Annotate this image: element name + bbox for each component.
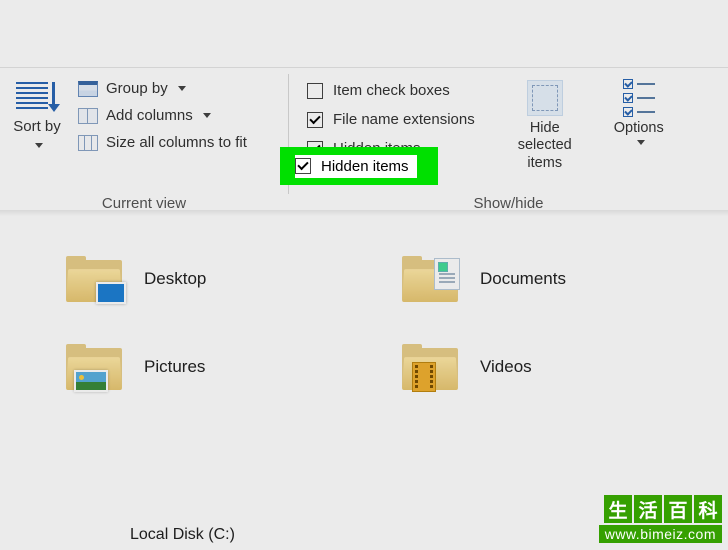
folder-icon [66,344,122,390]
group-by-button[interactable]: Group by [78,80,247,97]
folder-pictures[interactable]: Pictures [66,344,382,390]
folder-label: Documents [480,269,566,289]
watermark: 生 活 百 科 www.bimeiz.com [599,495,722,544]
checkbox-icon [295,158,311,174]
folder-videos[interactable]: Videos [402,344,718,390]
picture-overlay-icon [74,370,108,392]
ribbon-view-tab: Sort by Group by Add columns Size all co… [0,68,728,216]
folder-label: Desktop [144,269,206,289]
sort-icon [16,80,58,114]
folder-icon [402,256,458,302]
add-columns-icon [78,108,98,124]
chevron-down-icon [35,143,43,148]
options-label: Options [614,120,664,137]
group-by-label: Group by [106,80,168,97]
folder-label: Pictures [144,357,205,377]
sort-by-label: Sort by [13,118,61,135]
watermark-char: 百 [664,495,692,523]
folder-label: Videos [480,357,532,377]
desktop-overlay-icon [96,282,126,304]
checkmark-icon [297,159,308,170]
watermark-char: 生 [604,495,632,523]
add-columns-label: Add columns [106,107,193,124]
watermark-url: www.bimeiz.com [599,525,722,543]
hidden-items-label: Hidden items [321,158,409,175]
group-label-show-hide: Show/hide [289,195,728,212]
folder-desktop[interactable]: Desktop [66,256,382,302]
sort-by-button[interactable]: Sort by [10,74,64,154]
hide-selected-items-button[interactable]: Hide selected items [503,80,587,192]
folder-icon [402,344,458,390]
checkmark-icon [309,112,320,123]
options-button[interactable]: Options [597,80,681,192]
chevron-down-icon [203,113,211,118]
item-check-boxes-checkbox[interactable]: Item check boxes [307,82,475,99]
checkbox-icon [307,83,323,99]
folder-documents[interactable]: Documents [402,256,718,302]
add-columns-button[interactable]: Add columns [78,107,247,124]
size-columns-label: Size all columns to fit [106,134,247,151]
item-check-boxes-label: Item check boxes [333,82,450,99]
watermark-char: 科 [694,495,722,523]
checkbox-icon [307,112,323,128]
document-overlay-icon [434,258,460,290]
video-overlay-icon [412,362,436,392]
chevron-down-icon [637,140,645,145]
hide-selected-label: Hide selected items [503,120,587,172]
group-by-icon [78,81,98,97]
folder-icon [66,256,122,302]
file-name-extensions-checkbox[interactable]: File name extensions [307,111,475,128]
annotation-highlight: Hidden items [280,147,438,185]
hide-selected-icon [527,80,563,116]
size-columns-button[interactable]: Size all columns to fit [78,134,247,151]
ribbon-tabs-area [0,0,728,68]
group-show-hide: Item check boxes File name extensions Hi… [289,68,728,216]
drive-local-disk[interactable]: Local Disk (C:) [130,526,235,544]
file-name-extensions-label: File name extensions [333,111,475,128]
chevron-down-icon [178,86,186,91]
group-label-current-view: Current view [0,195,288,212]
watermark-char: 活 [634,495,662,523]
size-columns-icon [78,135,98,151]
options-icon [621,80,657,116]
group-current-view: Sort by Group by Add columns Size all co… [0,68,288,216]
